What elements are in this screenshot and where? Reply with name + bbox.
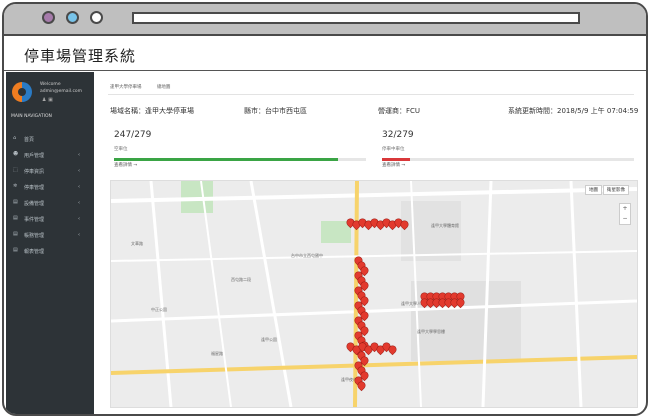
empty-spaces-label: 空車位 [114, 147, 128, 152]
map-label: 文華路 [131, 241, 143, 246]
sidebar-item-label: 事件管理 [24, 217, 45, 223]
sidebar-item-label: 帳務管理 [24, 233, 45, 239]
person-icon[interactable]: ♟ [42, 97, 46, 103]
user-icons[interactable]: ♟ ▣ [42, 97, 53, 103]
map-label: 中正公園 [151, 307, 167, 312]
sidebar: Welcome admin@email.com ♟ ▣ MAIN NAVIGAT… [6, 72, 94, 414]
tab-divider [108, 94, 634, 95]
sidebar-item-users[interactable]: ☻ 用戶管理 ‹ [6, 148, 94, 162]
map-label: 台中市立西屯國中 [291, 253, 323, 258]
parking-map[interactable]: 逢甲大學體育館 逢甲大學人言大樓 台中市立西屯國中 西屯路二段 逢甲夜市 文華路… [110, 180, 638, 408]
map-roads [111, 181, 637, 407]
occupied-spaces-bar-fill [382, 158, 410, 161]
document-icon: ▤ [13, 199, 18, 205]
address-bar[interactable] [132, 12, 580, 24]
occupied-spaces-label: 停車中車位 [382, 147, 405, 152]
title-divider [4, 70, 646, 71]
app-title: 停車場管理系統 [24, 47, 137, 65]
sidebar-item-accounts[interactable]: ▤ 帳務管理 ‹ [6, 228, 94, 242]
sidebar-item-home[interactable]: ⌂ 首頁 [6, 132, 94, 146]
sidebar-item-label: 停車管理 [24, 185, 45, 191]
empty-spaces-more-link[interactable]: 查看詳情 → [114, 162, 137, 168]
map-label: 逢甲大學體育館 [431, 223, 459, 228]
logo-avatar [12, 82, 32, 102]
tab-bar: 逢甲大學停車場 總地圖 [110, 84, 184, 90]
main-content: 逢甲大學停車場 總地圖 場域名稱：逢甲大學停車場 縣市：台中市西屯區 營運商：F… [96, 72, 644, 414]
site-name: 場域名稱：逢甲大學停車場 [110, 107, 194, 115]
window-dot-blue[interactable] [66, 11, 79, 24]
window-dot-purple[interactable] [42, 11, 55, 24]
tab-fcu-parking[interactable]: 逢甲大學停車場 [110, 84, 142, 90]
occupied-spaces-more-link[interactable]: 查看詳情 → [382, 162, 405, 168]
sidebar-item-label: 首頁 [24, 137, 35, 143]
map-label: 逢甲公園 [261, 337, 277, 342]
satellite-view-button[interactable]: 衛星影像 [603, 185, 629, 195]
window-dot-white[interactable] [90, 11, 103, 24]
home-icon: ⌂ [13, 135, 17, 141]
user-group-icon: ☻ [13, 151, 19, 157]
sidebar-item-events[interactable]: ▤ 事件管理 ‹ [6, 212, 94, 226]
zoom-out-button[interactable]: − [620, 214, 630, 224]
nav-header: MAIN NAVIGATION [11, 114, 52, 119]
sidebar-item-label: 停車資訊 [24, 169, 45, 175]
map-label: 西屯路二段 [231, 277, 251, 282]
district: 縣市：台中市西屯區 [244, 107, 307, 115]
sidebar-item-label: 用戶管理 [24, 153, 45, 159]
zoom-control[interactable]: + − [619, 203, 631, 225]
sidebar-item-devices[interactable]: ▤ 設備管理 ‹ [6, 196, 94, 210]
welcome-text: Welcome [40, 82, 61, 87]
occupied-spaces-count: 32/279 [382, 130, 414, 140]
chevron-left-icon: ‹ [78, 200, 80, 206]
browser-window: 停車場管理系統 Welcome admin@email.com ♟ ▣ MAIN… [2, 2, 648, 416]
document-icon: ▤ [13, 247, 18, 253]
document-icon: ▤ [13, 231, 18, 237]
document-icon: ▤ [13, 215, 18, 221]
sidebar-item-reports[interactable]: ▤ 報表管理 [6, 244, 94, 258]
empty-spaces-bar-fill [114, 158, 339, 161]
sidebar-item-parking-mgmt[interactable]: ✲ 停車管理 ‹ [6, 180, 94, 194]
operator: 營運商：FCU [378, 107, 421, 115]
chevron-left-icon: ‹ [78, 152, 80, 158]
map-label: 逢甲大學學思樓 [417, 329, 445, 334]
gear-icon: ✲ [13, 183, 18, 189]
map-view-button[interactable]: 地圖 [585, 185, 602, 195]
occupied-spaces-bar [382, 158, 634, 161]
map-label: 福星路 [211, 351, 223, 356]
tab-overall-map[interactable]: 總地圖 [157, 84, 171, 90]
settings-icon[interactable]: ▣ [48, 97, 53, 103]
sidebar-item-label: 設備管理 [24, 201, 45, 207]
sidebar-item-parking-info[interactable]: ⬚ 停車資訊 ‹ [6, 164, 94, 178]
car-icon: ⬚ [13, 167, 18, 173]
update-time: 系統更新時間：2018/5/9 上午 07:04:59 [508, 107, 639, 115]
browser-titlebar [4, 4, 646, 36]
chevron-left-icon: ‹ [78, 216, 80, 222]
chevron-left-icon: ‹ [78, 232, 80, 238]
sidebar-item-label: 報表管理 [24, 249, 45, 255]
zoom-in-button[interactable]: + [620, 204, 630, 214]
username: admin@email.com [40, 89, 83, 94]
chevron-left-icon: ‹ [78, 184, 80, 190]
empty-spaces-bar [114, 158, 366, 161]
empty-spaces-count: 247/279 [114, 130, 152, 140]
chevron-left-icon: ‹ [78, 168, 80, 174]
